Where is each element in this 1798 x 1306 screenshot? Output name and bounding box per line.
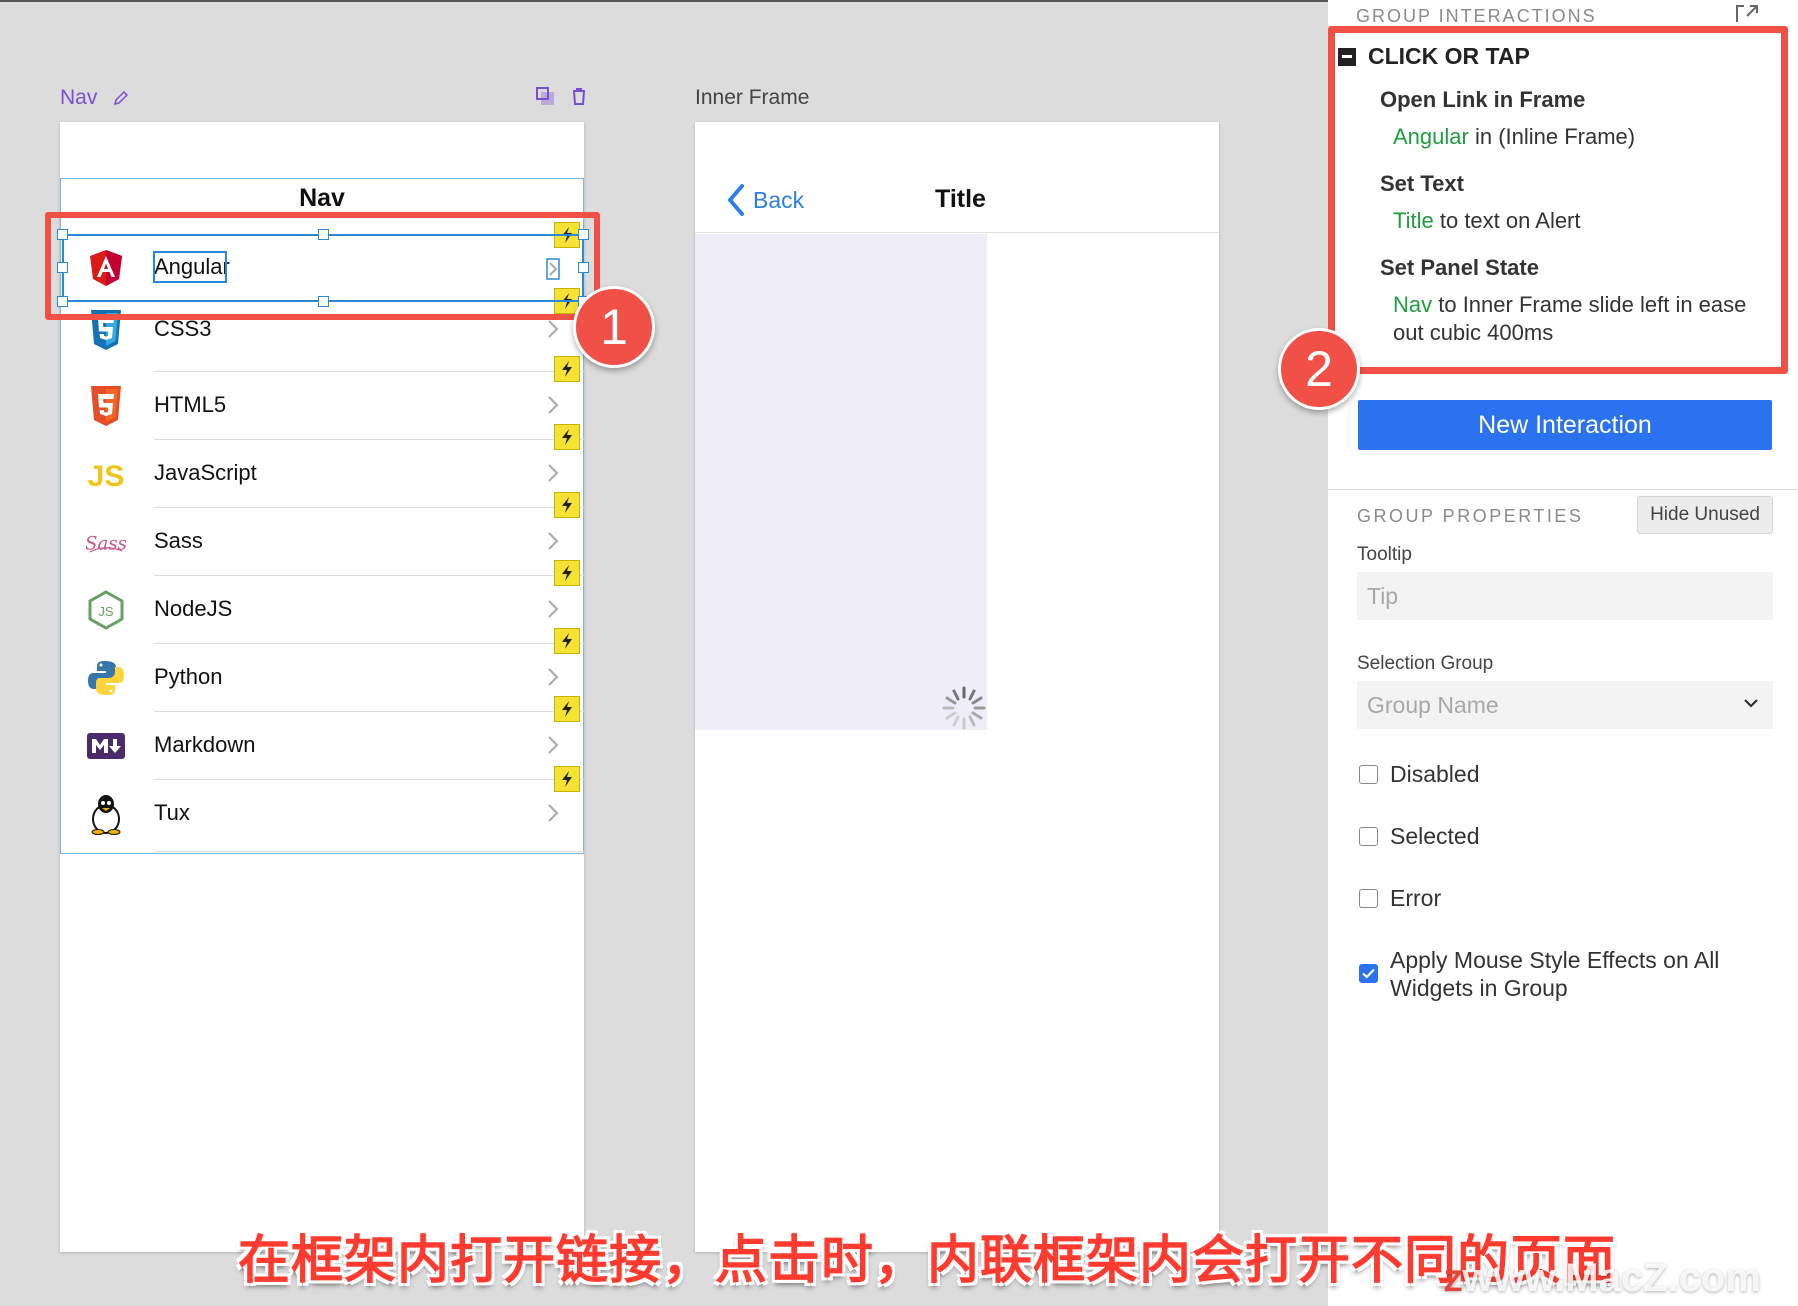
selected-checkbox-row[interactable]: Selected [1359, 822, 1480, 850]
nav-item-separator [154, 851, 584, 852]
annotation-box-2 [1328, 26, 1788, 374]
watermark: Zwww.MacZ.com [1444, 1256, 1761, 1301]
nav-title: Nav [299, 184, 345, 212]
duplicate-icon[interactable] [535, 86, 555, 106]
interaction-bolt-icon[interactable] [554, 424, 580, 450]
nav-frame-label-text: Nav [60, 86, 98, 109]
nav-item-label: HTML5 [154, 392, 227, 417]
svg-text:JS: JS [88, 460, 125, 493]
video-subtitle: 在框架内打开链接，点击时，内联框架内会打开不同的页面 [238, 1231, 1617, 1291]
interaction-bolt-icon[interactable] [554, 696, 580, 722]
selection-group-value: Group Name [1367, 691, 1499, 718]
inner-frame-label: Inner Frame [695, 86, 810, 109]
inline-frame[interactable] [695, 234, 987, 730]
selected-checkbox[interactable] [1359, 827, 1378, 846]
nav-item-label: Python [154, 664, 223, 689]
error-checkbox[interactable] [1359, 889, 1378, 908]
chevron-right-icon [548, 532, 559, 550]
mouse-style-checkbox-row[interactable]: Apply Mouse Style Effects on All Widgets… [1359, 946, 1759, 1002]
checkbox-label: Error [1390, 885, 1442, 911]
new-interaction-button[interactable]: New Interaction [1358, 400, 1772, 450]
back-button-label: Back [753, 186, 805, 213]
back-button[interactable]: Back [725, 183, 804, 217]
python-icon [86, 658, 126, 698]
chevron-right-icon [548, 464, 559, 482]
interaction-bolt-icon[interactable] [554, 766, 580, 792]
tooltip-label: Tooltip [1357, 544, 1412, 565]
chevron-right-icon [548, 320, 559, 338]
group-interactions-title: GROUP INTERACTIONS [1356, 6, 1597, 26]
inner-header-divider [695, 232, 1219, 233]
mouse-style-checkbox[interactable] [1359, 964, 1378, 983]
annotation-box-1 [45, 212, 600, 320]
chevron-right-icon [548, 396, 559, 414]
nav-item-label: Tux [154, 800, 190, 825]
disabled-checkbox-row[interactable]: Disabled [1359, 760, 1480, 788]
checkbox-label: Apply Mouse Style Effects on All Widgets… [1390, 947, 1720, 1001]
nav-item-nodejs[interactable]: JS NodeJS [60, 576, 584, 644]
chevron-right-icon [548, 804, 559, 822]
pencil-icon[interactable] [113, 90, 129, 106]
javascript-icon: JS [86, 454, 126, 494]
inner-frame-title: Title [935, 185, 986, 213]
interaction-bolt-icon[interactable] [554, 628, 580, 654]
checkmark-icon [1362, 968, 1375, 979]
group-properties-title: GROUP PROPERTIES [1357, 506, 1584, 526]
checkbox-label: Selected [1390, 823, 1480, 849]
disabled-checkbox[interactable] [1359, 765, 1378, 784]
svg-text:JS: JS [98, 604, 114, 619]
error-checkbox-row[interactable]: Error [1359, 884, 1441, 912]
nodejs-icon: JS [86, 590, 126, 630]
sass-icon: Sass [86, 522, 126, 562]
chevron-left-icon [728, 184, 744, 216]
nav-item-tux[interactable]: Tux [60, 780, 584, 852]
nav-item-javascript[interactable]: JS JavaScript [60, 440, 584, 508]
panel-divider [1328, 489, 1798, 490]
tux-icon [86, 794, 126, 835]
tooltip-input[interactable]: Tip [1357, 572, 1773, 620]
loading-spinner-icon [942, 686, 986, 730]
interaction-bolt-icon[interactable] [554, 492, 580, 518]
annotation-badge-2: 2 [1278, 328, 1360, 410]
nav-item-label: Sass [154, 528, 203, 553]
nav-item-sass[interactable]: Sass Sass [60, 508, 584, 576]
nav-frame-label[interactable]: Nav [60, 86, 129, 110]
selection-group-label: Selection Group [1357, 653, 1494, 674]
popout-icon[interactable] [1735, 4, 1759, 24]
nav-frame-tools [535, 86, 589, 106]
watermark-logo: Z [1444, 1265, 1463, 1298]
checkbox-label: Disabled [1390, 761, 1480, 787]
html5-icon [86, 386, 126, 426]
nav-item-label: Markdown [154, 732, 256, 757]
annotation-badge-1: 1 [573, 286, 655, 368]
chevron-down-icon [1744, 699, 1758, 708]
nav-item-python[interactable]: Python [60, 644, 584, 712]
selection-group-select[interactable]: Group Name [1357, 681, 1773, 729]
chevron-right-icon [548, 600, 559, 618]
interaction-bolt-icon[interactable] [554, 356, 580, 382]
nav-item-label: JavaScript [154, 460, 257, 485]
nav-item-label: NodeJS [154, 596, 233, 621]
watermark-text: www.MacZ.com [1462, 1256, 1761, 1300]
trash-icon[interactable] [569, 86, 589, 106]
chevron-right-icon [548, 736, 559, 754]
markdown-icon [86, 726, 126, 766]
canvas-top-border [0, 0, 1328, 2]
hide-unused-button[interactable]: Hide Unused [1637, 496, 1773, 534]
chevron-right-icon [548, 668, 559, 686]
interaction-bolt-icon[interactable] [554, 560, 580, 586]
nav-item-html5[interactable]: HTML5 [60, 372, 584, 440]
nav-item-markdown[interactable]: Markdown [60, 712, 584, 780]
